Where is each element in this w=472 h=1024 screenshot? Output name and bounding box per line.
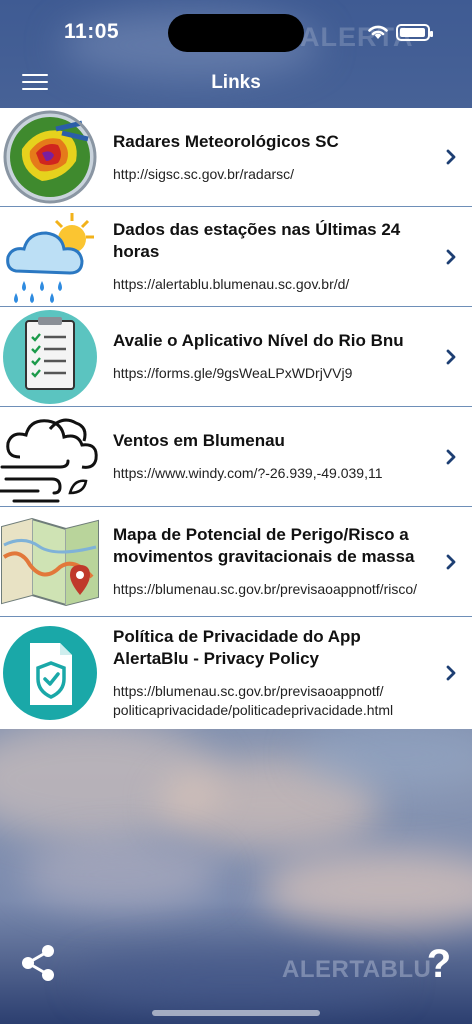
- help-button[interactable]: ?: [424, 942, 454, 986]
- link-title: Ventos em Blumenau: [113, 431, 285, 450]
- link-row-winds[interactable]: Ventos em Blumenau https://www.windy.com…: [0, 407, 472, 507]
- shield-document-icon: [0, 618, 100, 729]
- radar-icon: [0, 108, 100, 206]
- link-title: Radares Meteorológicos SC: [113, 131, 339, 151]
- chevron-right-icon: [444, 349, 458, 365]
- bottom-toolbar: ALERTABLU ?: [0, 934, 472, 1024]
- link-row-evaluate-app[interactable]: Avalie o Aplicativo Nível do Rio Bnu htt…: [0, 307, 472, 407]
- status-bar: 11:05 ALERTA: [0, 0, 472, 60]
- link-row-privacy-policy[interactable]: Política de Privacidade do App AlertaBlu…: [0, 617, 472, 729]
- link-url: http://sigsc.sc.gov.br/radarsc/: [113, 165, 295, 182]
- link-title: Avalie o Aplicativo Nível do Rio Bnu: [113, 331, 404, 350]
- link-url: https://www.windy.com/?-26.939,-49.039,1…: [113, 465, 383, 481]
- wind-cloud-icon: [0, 408, 100, 506]
- home-indicator: [152, 1010, 320, 1016]
- wifi-icon: [366, 22, 390, 45]
- link-url: https://blumenau.sc.gov.br/previsaoappno…: [113, 581, 418, 597]
- chevron-right-icon: [444, 554, 458, 570]
- link-row-stations[interactable]: Dados das estações nas Últimas 24 horas …: [0, 207, 472, 307]
- link-url: https://alertablu.blumenau.sc.gov.br/d/: [113, 276, 350, 292]
- weather-rain-sun-icon: [0, 208, 100, 306]
- link-title: Mapa de Potencial de Perigo/Risco a movi…: [113, 525, 415, 566]
- chevron-right-icon: [444, 449, 458, 465]
- link-url: https://forms.gle/9gsWeaLPxWDrjVVj9: [113, 365, 353, 381]
- share-icon[interactable]: [20, 944, 56, 982]
- battery-icon: [396, 24, 433, 41]
- link-title: Política de Privacidade do App AlertaBlu…: [113, 627, 361, 668]
- page-title: Links: [211, 72, 261, 93]
- status-time: 11:05: [64, 20, 120, 43]
- chevron-right-icon: [444, 665, 458, 681]
- chevron-right-icon: [444, 249, 458, 265]
- checklist-icon: [0, 308, 100, 406]
- link-title: Dados das estações nas Últimas 24 horas: [113, 220, 401, 261]
- alertablu-logo: ALERTABLU: [282, 956, 432, 983]
- dynamic-island: [168, 14, 304, 52]
- map-pin-icon: [0, 507, 100, 616]
- chevron-right-icon: [444, 149, 458, 165]
- link-row-radar[interactable]: Radares Meteorológicos SC http://sigsc.s…: [0, 108, 472, 207]
- link-url: https://blumenau.sc.gov.br/previsaoappno…: [113, 683, 394, 718]
- link-row-risk-map[interactable]: Mapa de Potencial de Perigo/Risco a movi…: [0, 507, 472, 617]
- nav-bar: Links: [0, 60, 472, 108]
- links-list: Radares Meteorológicos SC http://sigsc.s…: [0, 108, 472, 729]
